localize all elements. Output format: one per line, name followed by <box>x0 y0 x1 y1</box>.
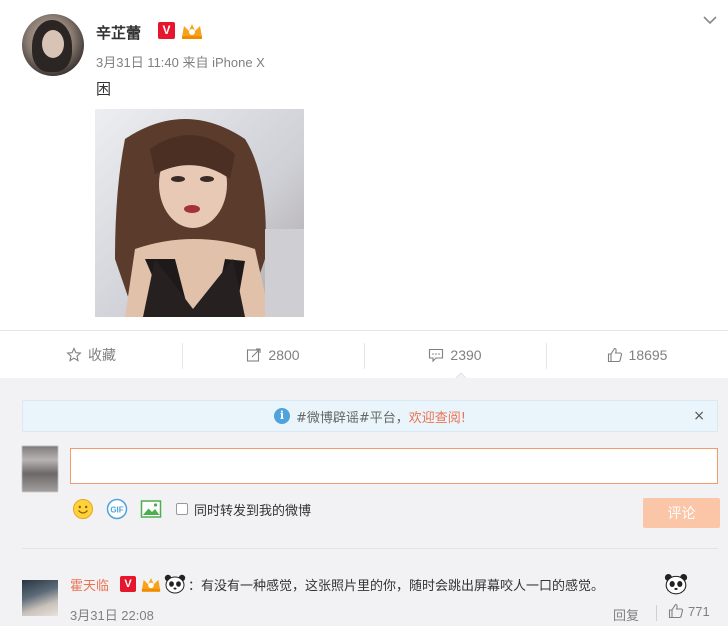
comment-time: 3月31日 22:08 <box>70 608 154 623</box>
notice-text: #微博辟谣#平台， <box>295 410 409 426</box>
panda-emoji-icon <box>664 573 688 595</box>
current-user-avatar <box>22 446 58 492</box>
crown-icon[interactable] <box>140 575 162 593</box>
composer-toolbar: GIF 同时转发到我的微博 <box>72 498 311 520</box>
smiley-icon[interactable] <box>72 498 94 520</box>
comment-text: ：有没有一种感觉，这张照片里的你，随时会跳出屏幕咬人一口的感觉。 <box>188 579 605 594</box>
commenter-name[interactable]: 霍天临 <box>70 575 109 594</box>
comment-like-count: 771 <box>688 603 710 619</box>
comment-input[interactable] <box>70 448 718 484</box>
weibo-post: 辛芷蕾 V 3月31日 11:40 来自 iPhone X 困 <box>0 0 728 330</box>
comment-button[interactable]: 2390 <box>364 331 546 378</box>
reply-button[interactable]: 回复 <box>613 605 639 624</box>
commenter-avatar[interactable] <box>22 580 58 616</box>
comment-like-button[interactable]: 771 <box>668 603 710 619</box>
like-button[interactable]: 18695 <box>546 331 728 378</box>
rumor-notice-banner: i #微博辟谣#平台， 欢迎查阅! × <box>22 400 718 432</box>
gif-icon[interactable]: GIF <box>106 498 128 520</box>
submit-comment-button[interactable]: 评论 <box>643 498 720 528</box>
notice-link[interactable]: 欢迎查阅! <box>409 407 466 426</box>
post-photo[interactable] <box>95 109 304 317</box>
like-count: 18695 <box>628 346 668 363</box>
close-icon[interactable]: × <box>693 408 705 424</box>
divider <box>22 548 718 549</box>
star-icon <box>66 346 82 362</box>
forward-checkbox-row[interactable]: 同时转发到我的微博 <box>176 500 311 519</box>
verified-v-icon: V <box>158 22 175 39</box>
thumbs-up-icon <box>668 603 684 619</box>
comment-icon <box>429 348 444 362</box>
author-name[interactable]: 辛芷蕾 <box>96 22 141 43</box>
comment-section: i #微博辟谣#平台， 欢迎查阅! × GIF 同时转发到我的微博 评论 霍天临… <box>0 378 728 626</box>
post-meta: 3月31日 11:40 来自 iPhone X <box>96 55 265 70</box>
image-icon[interactable] <box>140 498 162 520</box>
repost-icon <box>247 347 261 362</box>
post-action-bar: 收藏 2800 2390 18695 <box>0 330 728 378</box>
thumbs-up-icon <box>607 347 622 362</box>
author-avatar[interactable] <box>22 14 84 76</box>
repost-count: 2800 <box>268 346 300 363</box>
comment-count: 2390 <box>450 346 482 363</box>
panda-emoji-icon <box>164 574 186 594</box>
svg-text:GIF: GIF <box>110 505 123 514</box>
divider <box>656 605 657 621</box>
repost-button[interactable]: 2800 <box>182 331 364 378</box>
chevron-down-icon[interactable] <box>700 10 720 30</box>
crown-icon[interactable] <box>180 21 204 40</box>
favorite-label: 收藏 <box>88 346 116 363</box>
info-icon: i <box>273 408 290 424</box>
post-text: 困 <box>96 80 112 98</box>
favorite-button[interactable]: 收藏 <box>0 331 182 378</box>
verified-v-icon: V <box>120 576 136 592</box>
forward-label: 同时转发到我的微博 <box>194 503 312 519</box>
forward-checkbox[interactable] <box>176 503 188 515</box>
